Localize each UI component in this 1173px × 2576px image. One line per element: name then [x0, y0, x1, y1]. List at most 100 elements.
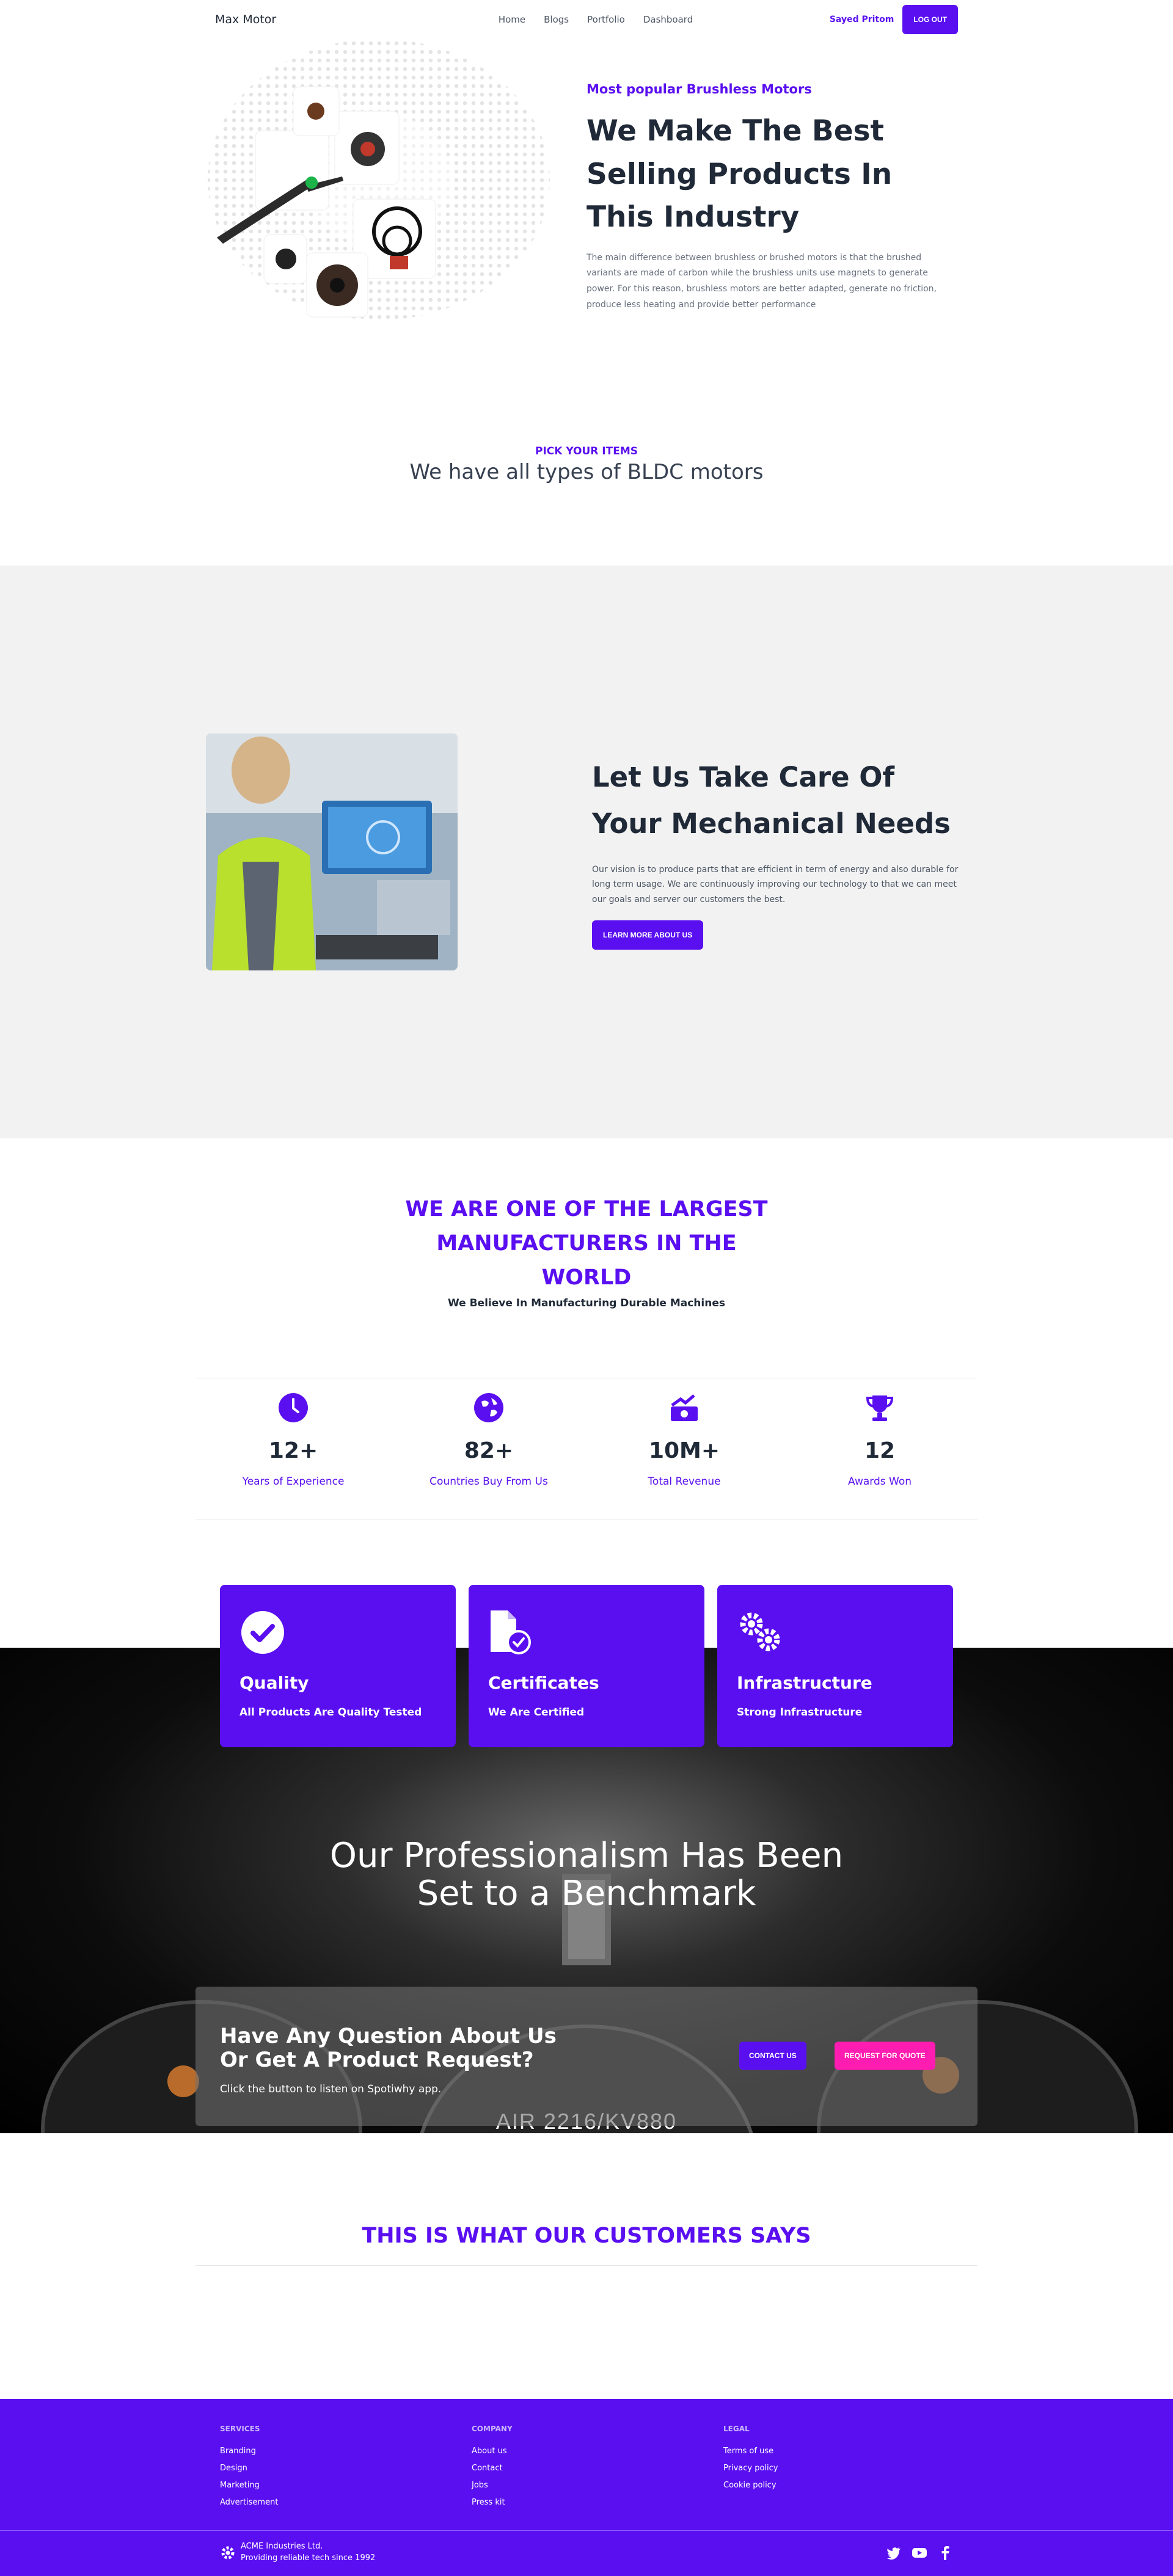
navbar: Max Motor Home Blogs Portfolio Dashboard… [196, 0, 978, 39]
revenue-icon [671, 1394, 698, 1421]
footer-col-title: LEGAL [723, 2425, 750, 2433]
cta-title: Have Any Question About Us Or Get A Prod… [220, 2024, 557, 2073]
feature-subtitle: We Are Certified [488, 1706, 585, 1719]
stat-value: 12+ [268, 1438, 318, 1463]
hero-description: The main difference between brushless or… [586, 252, 937, 310]
stat-value: 10M+ [648, 1438, 720, 1463]
benchmark-title: Our Professionalism Has Been Set to a Be… [0, 1837, 1173, 1912]
benchmark-line-2: Set to a Benchmark [417, 1873, 756, 1913]
stats-row: 12+ Years of Experience 82+ Countries Bu… [196, 1378, 978, 1519]
stat-label: Countries Buy From Us [429, 1475, 548, 1488]
footer-link-jobs[interactable]: Jobs [472, 2481, 723, 2490]
nav-link-blogs[interactable]: Blogs [544, 14, 569, 25]
engineer-illustration [206, 733, 458, 970]
certificate-icon [491, 1610, 531, 1654]
hero-text: Most popular Brushless Motors We Make Th… [550, 39, 941, 338]
twitter-icon[interactable] [886, 2545, 902, 2561]
footer: SERVICES Branding Design Marketing Adver… [0, 2399, 1173, 2576]
learn-more-button[interactable]: LEARN MORE ABOUT US [592, 920, 704, 950]
care-description: Our vision is to produce parts that are … [592, 864, 959, 904]
stat-experience: 12+ Years of Experience [196, 1378, 391, 1519]
footer-link-design[interactable]: Design [220, 2464, 472, 2473]
stat-label: Awards Won [848, 1475, 912, 1488]
nav-links: Home Blogs Portfolio Dashboard [499, 14, 693, 25]
footer-col-legal: LEGAL Terms of use Privacy policy Cookie… [723, 2425, 975, 2515]
cta-title-line-2: Or Get A Product Request? [220, 2048, 534, 2073]
company-name: ACME Industries Ltd. [241, 2542, 323, 2552]
care-title: Let Us Take Care Of Your Mechanical Need… [592, 760, 951, 840]
footer-col-services: SERVICES Branding Design Marketing Adver… [220, 2425, 472, 2515]
care-section: Let Us Take Care Of Your Mechanical Need… [0, 566, 1173, 1138]
pick-kicker: PICK YOUR ITEMS [535, 445, 638, 457]
brand-logo[interactable]: Max Motor [215, 13, 276, 26]
stat-value: 82+ [464, 1438, 514, 1463]
footer-col-company: COMPANY About us Contact Jobs Press kit [472, 2425, 723, 2515]
feature-title: Quality [239, 1673, 309, 1693]
check-circle-icon [241, 1611, 284, 1654]
footer-link-press-kit[interactable]: Press kit [472, 2498, 723, 2507]
feature-title: Infrastructure [737, 1673, 872, 1693]
footer-link-privacy[interactable]: Privacy policy [723, 2464, 975, 2473]
trophy-icon [866, 1395, 894, 1421]
cta-box: Have Any Question About Us Or Get A Prod… [196, 1987, 978, 2126]
testimonials-divider [196, 2265, 978, 2266]
footer-links: About us Contact Jobs Press kit [472, 2447, 723, 2507]
feature-title: Certificates [488, 1673, 599, 1693]
corp-text: ACME Industries Ltd. Providing reliable … [241, 2541, 375, 2563]
hero-title: We Make The Best Selling Products In Thi… [586, 114, 893, 234]
stat-awards: 12 Awards Won [782, 1378, 978, 1519]
footer-link-branding[interactable]: Branding [220, 2447, 472, 2456]
logout-button[interactable]: LOG OUT [902, 5, 958, 34]
benchmark-section: AIR 2216/KV880 Quality All Products Are … [0, 1519, 1173, 2133]
globe-icon [474, 1393, 503, 1422]
engineer-photo [206, 733, 458, 970]
user-name[interactable]: Sayed Pritom [830, 15, 894, 24]
feature-subtitle: All Products Are Quality Tested [239, 1706, 422, 1719]
footer-col-title: COMPANY [472, 2425, 513, 2433]
hero-motors-illustration [196, 39, 550, 338]
facebook-icon[interactable] [937, 2545, 953, 2561]
stat-countries: 82+ Countries Buy From Us [391, 1378, 586, 1519]
testimonials-title: THIS IS WHAT OUR CUSTOMERS SAYS [362, 2224, 811, 2248]
company-tagline: Providing reliable tech since 1992 [241, 2553, 376, 2563]
feature-cards: Quality All Products Are Quality Tested … [220, 1585, 953, 1747]
gears-icon [740, 1612, 780, 1651]
manufacturers-subtitle: We Believe In Manufacturing Durable Mach… [448, 1297, 725, 1309]
feature-subtitle: Strong Infrastructure [737, 1706, 863, 1719]
footer-link-about[interactable]: About us [472, 2447, 723, 2456]
footer-link-advertisement[interactable]: Advertisement [220, 2498, 472, 2507]
footer-col-title: SERVICES [220, 2425, 260, 2433]
youtube-icon[interactable] [912, 2545, 927, 2561]
request-quote-button[interactable]: REQUEST FOR QUOTE [835, 2042, 935, 2070]
footer-columns: SERVICES Branding Design Marketing Adver… [196, 2399, 978, 2515]
stat-label: Total Revenue [648, 1475, 721, 1488]
care-text: Let Us Take Care Of Your Mechanical Need… [592, 754, 965, 950]
manufacturers-section: WE ARE ONE OF THE LARGEST MANUFACTURERS … [0, 1138, 1173, 1519]
contact-us-button[interactable]: CONTACT US [739, 2042, 806, 2070]
hero-motors-image [196, 39, 550, 338]
manufacturers-title: WE ARE ONE OF THE LARGEST MANUFACTURERS … [405, 1197, 768, 1290]
stat-label: Years of Experience [242, 1475, 345, 1488]
testimonials-section: THIS IS WHAT OUR CUSTOMERS SAYS [0, 2133, 1173, 2399]
feature-card-quality: Quality All Products Are Quality Tested [220, 1585, 456, 1747]
hero-kicker: Most popular Brushless Motors [586, 82, 812, 96]
social-links [886, 2545, 953, 2561]
footer-links: Terms of use Privacy policy Cookie polic… [723, 2447, 975, 2490]
cta-title-line-1: Have Any Question About Us [220, 2024, 557, 2048]
footer-link-terms[interactable]: Terms of use [723, 2447, 975, 2456]
nav-link-dashboard[interactable]: Dashboard [643, 14, 693, 25]
nav-link-home[interactable]: Home [499, 14, 525, 25]
footer-link-cookie[interactable]: Cookie policy [723, 2481, 975, 2490]
nav-user-area: Sayed Pritom LOG OUT [830, 5, 958, 34]
footer-link-marketing[interactable]: Marketing [220, 2481, 472, 2490]
nav-link-portfolio[interactable]: Portfolio [587, 14, 625, 25]
stat-revenue: 10M+ Total Revenue [586, 1378, 782, 1519]
clock-icon [279, 1393, 308, 1422]
pick-title: We have all types of BLDC motors [409, 460, 764, 484]
feature-card-infrastructure: Infrastructure Strong Infrastructure [717, 1585, 953, 1747]
cta-subtitle: Click the button to listen on Spotiwhy a… [220, 2083, 442, 2095]
footer-link-contact[interactable]: Contact [472, 2464, 723, 2473]
stat-value: 12 [864, 1438, 896, 1463]
gear-logo-icon [221, 2546, 235, 2559]
corp-info: ACME Industries Ltd. Providing reliable … [220, 2541, 375, 2563]
